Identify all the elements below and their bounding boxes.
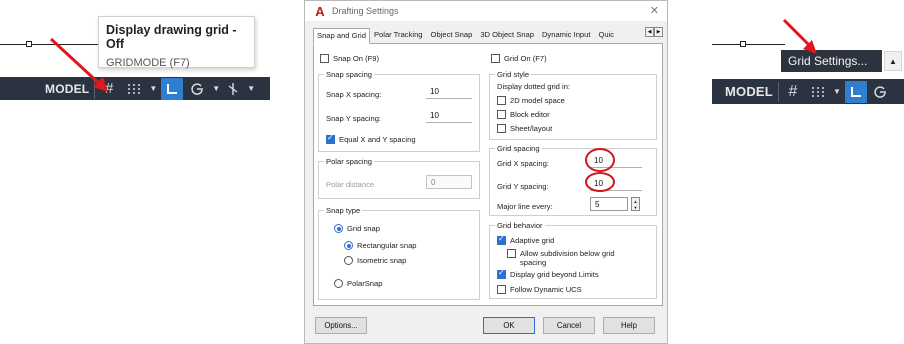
tab-scroll-left-icon[interactable]: ◀	[645, 27, 654, 37]
block-editor-checkbox[interactable]	[497, 110, 506, 119]
ortho-icon[interactable]	[161, 77, 184, 100]
snap-spacing-title: Snap spacing	[324, 70, 375, 79]
polar-snap-label: PolarSnap	[347, 279, 383, 288]
follow-ucs-checkbox[interactable]	[497, 285, 506, 294]
grid-y-label: Grid Y spacing:	[497, 182, 549, 191]
tab-polar-tracking[interactable]: Polar Tracking	[370, 27, 427, 43]
isometric-snap-radio[interactable]	[344, 256, 353, 265]
divider	[777, 81, 779, 102]
dropdown-arrow-icon[interactable]: ▼	[833, 87, 841, 96]
pointer-arrow-icon	[49, 37, 108, 92]
annotation-circle	[585, 148, 615, 172]
annotation-circle	[585, 172, 615, 192]
model-space-button[interactable]: MODEL	[725, 84, 773, 99]
tooltip-command: GRIDMODE (F7)	[106, 57, 190, 69]
tab-3d-object-snap[interactable]: 3D Object Snap	[476, 27, 538, 43]
grid-behavior-title: Grid behavior	[495, 221, 545, 230]
grid-icon[interactable]: #	[784, 81, 802, 103]
sheet-layout-checkbox[interactable]	[497, 124, 506, 133]
dropdown-arrow-icon[interactable]: ▼	[247, 84, 255, 93]
snap-type-title: Snap type	[324, 206, 363, 215]
tab-object-snap[interactable]: Object Snap	[427, 27, 477, 43]
grid-style-title: Grid style	[495, 70, 532, 79]
dialog-title: Drafting Settings	[332, 6, 399, 16]
snap-y-label: Snap Y spacing:	[326, 114, 382, 123]
ok-button[interactable]: OK	[483, 317, 535, 334]
help-button[interactable]: Help	[603, 317, 655, 334]
model-space-checkbox[interactable]	[497, 96, 506, 105]
status-bar: MODEL # ▼ ▼ ▼	[0, 77, 270, 100]
snap-type-group	[318, 210, 480, 300]
equal-spacing-label: Equal X and Y spacing	[339, 135, 416, 144]
block-editor-label: Block editor	[510, 110, 550, 119]
grid-on-label: Grid On (F7)	[504, 54, 547, 63]
ortho-icon[interactable]	[844, 80, 867, 103]
dropdown-arrow-icon[interactable]: ▼	[149, 84, 157, 93]
polar-tracking-icon[interactable]	[871, 81, 889, 103]
rectangular-snap-radio[interactable]	[344, 241, 353, 250]
allow-subdivision-label: Allow subdivision below grid	[520, 249, 615, 258]
tab-strip: Snap and Grid Polar Tracking Object Snap…	[313, 26, 663, 44]
equal-spacing-checkbox[interactable]	[326, 133, 335, 144]
polar-distance-label: Polar distance	[326, 180, 375, 189]
isodraft-icon[interactable]	[224, 78, 242, 100]
grid-style-caption: Display dotted grid in:	[497, 82, 571, 91]
grip-square	[740, 41, 746, 47]
polar-distance-input[interactable]: 0	[426, 175, 472, 189]
dropdown-arrow-icon[interactable]: ▼	[212, 84, 220, 93]
major-line-input[interactable]: 5	[590, 197, 628, 211]
spin-down-icon[interactable]: ▼	[632, 204, 639, 210]
tab-scroll-right-icon[interactable]: ▶	[654, 27, 663, 37]
snap-on-checkbox[interactable]	[320, 54, 329, 63]
major-line-label: Major line every:	[497, 202, 553, 211]
model-space-label: 2D model space	[510, 96, 565, 105]
up-arrow-icon[interactable]: ▲	[884, 51, 902, 71]
adaptive-grid-label: Adaptive grid	[510, 236, 555, 245]
grid-spacing-title: Grid spacing	[495, 144, 542, 153]
dotted-grid-icon[interactable]	[808, 81, 828, 103]
tooltip-title: Display drawing grid - Off	[106, 23, 237, 51]
grid-on-checkbox[interactable]	[491, 54, 500, 63]
snap-x-label: Snap X spacing:	[326, 90, 382, 99]
beyond-limits-checkbox[interactable]	[497, 268, 506, 279]
cancel-button[interactable]: Cancel	[543, 317, 595, 334]
major-line-spinner[interactable]: ▲ ▼	[631, 197, 640, 211]
allow-subdivision-checkbox[interactable]	[507, 249, 516, 258]
tab-snap-and-grid[interactable]: Snap and Grid	[313, 28, 370, 44]
dotted-grid-icon[interactable]	[124, 78, 144, 100]
drafting-settings-dialog: A Drafting Settings ✕ Snap and Grid Pola…	[304, 0, 668, 344]
options-button[interactable]: Options...	[315, 317, 367, 334]
snap-on-label: Snap On (F9)	[333, 54, 380, 63]
polar-snap-radio[interactable]	[334, 279, 343, 288]
adaptive-grid-checkbox[interactable]	[497, 234, 506, 245]
close-icon[interactable]: ✕	[650, 4, 659, 17]
grid-snap-radio[interactable]	[334, 224, 343, 233]
status-bar: MODEL # ▼	[712, 79, 904, 104]
snap-and-grid-pane: Snap On (F9) Snap spacing Snap X spacing…	[313, 44, 663, 306]
snap-y-input[interactable]: 10	[426, 109, 472, 123]
allow-subdivision-label-2: spacing	[520, 258, 547, 267]
sheet-layout-label: Sheet/layout	[510, 124, 553, 133]
grid-snap-label: Grid snap	[347, 224, 380, 233]
tab-quick-properties[interactable]: Quic	[594, 27, 618, 43]
grid-x-label: Grid X spacing:	[497, 159, 549, 168]
grip-square	[26, 41, 32, 47]
polar-tracking-icon[interactable]	[187, 78, 207, 100]
polar-spacing-title: Polar spacing	[324, 157, 375, 166]
grid-mode-tooltip: Display drawing grid - Off GRIDMODE (F7)	[98, 16, 255, 69]
pointer-arrow-icon	[782, 18, 817, 54]
follow-ucs-label: Follow Dynamic UCS	[510, 285, 582, 294]
snap-x-input[interactable]: 10	[426, 85, 472, 99]
tab-dynamic-input[interactable]: Dynamic Input	[538, 27, 595, 43]
dialog-title-bar: A Drafting Settings ✕	[305, 1, 667, 21]
autocad-logo-icon: A	[315, 3, 325, 19]
rectangular-snap-label: Rectangular snap	[357, 241, 417, 250]
isometric-snap-label: Isometric snap	[357, 256, 407, 265]
beyond-limits-label: Display grid beyond Limits	[510, 270, 599, 279]
tab-scroll: ◀ ▶	[645, 27, 663, 37]
